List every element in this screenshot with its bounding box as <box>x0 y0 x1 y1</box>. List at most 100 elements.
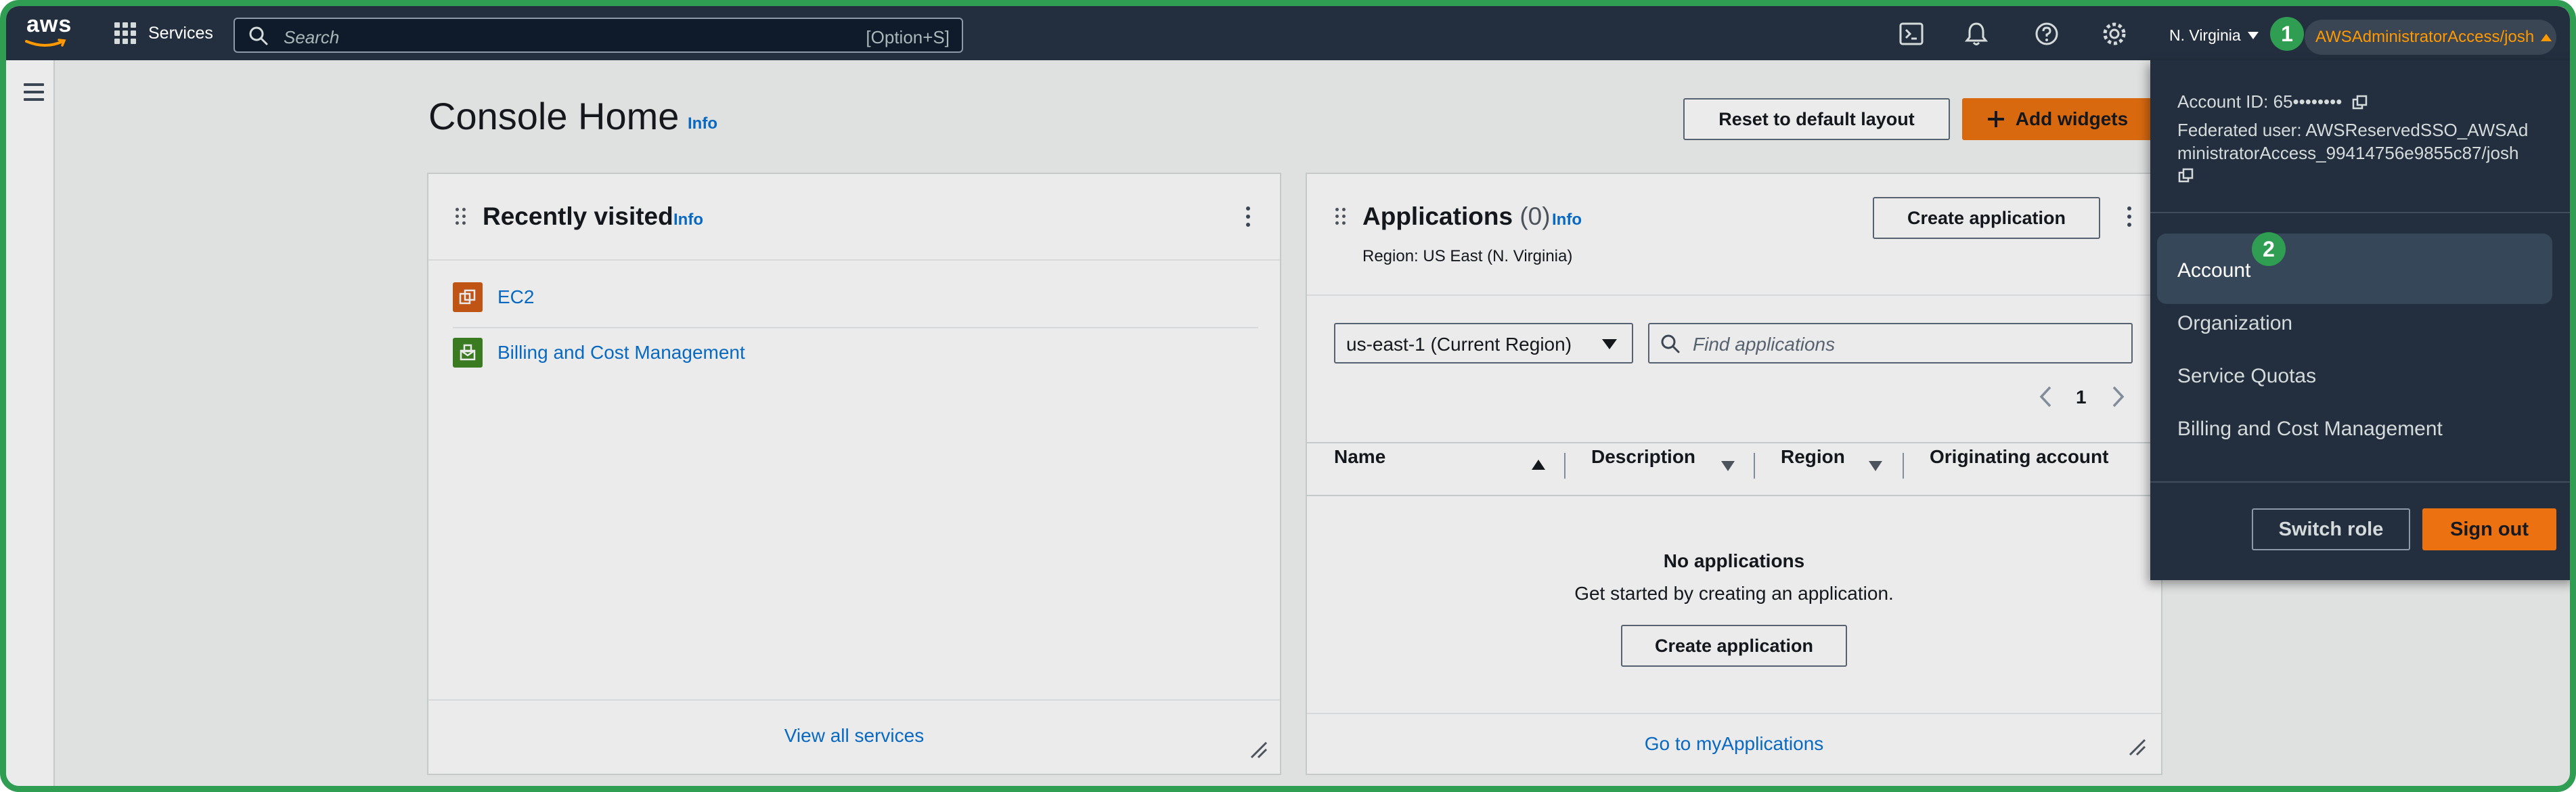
page-number[interactable]: 1 <box>2076 387 2087 408</box>
divider <box>1307 294 2161 296</box>
region-selector[interactable]: N. Virginia <box>2169 26 2259 45</box>
caret-down-icon <box>2247 32 2259 39</box>
billing-icon <box>453 338 483 368</box>
plus-icon <box>1987 111 2004 127</box>
column-separator <box>1903 453 1904 479</box>
next-page-icon[interactable] <box>2111 385 2126 408</box>
card-footer-divider <box>1307 713 2161 714</box>
view-all-services-link[interactable]: View all services <box>428 725 1280 747</box>
recently-visited-title: Recently visited <box>483 202 673 230</box>
switch-role-button[interactable]: Switch role <box>2252 508 2410 550</box>
dropdown-divider <box>2150 481 2570 483</box>
applications-title: Applications (0) <box>1362 202 1551 231</box>
caret-down-icon <box>1602 339 1617 349</box>
aws-logo[interactable]: aws <box>24 12 75 52</box>
card-footer: View all services <box>428 699 1280 774</box>
applications-title-text: Applications <box>1362 202 1513 230</box>
cloudshell-icon[interactable] <box>1898 21 1924 47</box>
column-header-name[interactable]: Name <box>1334 446 1385 468</box>
federated-user-line2: ministratorAccess_99414756e9855c87/josh <box>2177 143 2519 163</box>
recent-item-label: EC2 <box>497 286 535 307</box>
applications-count: (0) <box>1519 202 1551 230</box>
services-menu-button[interactable]: Services <box>114 21 213 45</box>
account-id-text: Account ID: 65•••••••• <box>2177 90 2369 113</box>
region-label: N. Virginia <box>2169 26 2241 44</box>
resize-handle-icon[interactable] <box>1249 740 1268 759</box>
step-1-badge: 1 <box>2270 17 2304 51</box>
copy-icon[interactable] <box>2177 167 2195 185</box>
menu-item-billing[interactable]: Billing and Cost Management <box>2177 418 2443 441</box>
menu-item-service-quotas[interactable]: Service Quotas <box>2177 365 2316 388</box>
drag-handle-icon[interactable] <box>1335 208 1346 225</box>
region-select-value: us-east-1 (Current Region) <box>1346 334 1572 355</box>
account-menu-button[interactable]: AWSAdministratorAccess/josh <box>2305 20 2556 55</box>
find-applications-placeholder: Find applications <box>1693 334 1836 355</box>
empty-state-text: Get started by creating an application. <box>1574 583 1894 604</box>
dropdown-divider <box>2150 212 2570 213</box>
column-separator <box>1564 453 1565 479</box>
services-label: Services <box>148 23 213 43</box>
search-icon <box>249 26 268 45</box>
empty-create-application-button[interactable]: Create application <box>1621 625 1847 667</box>
ec2-icon <box>453 282 483 312</box>
top-navigation: aws Services Search [Option+S] N. Virgin… <box>6 6 2570 60</box>
help-icon[interactable] <box>2034 21 2060 47</box>
divider <box>428 259 1280 261</box>
column-header-originating-account[interactable]: Originating account <box>1930 446 2108 468</box>
table-header-divider-bottom <box>1307 495 2161 496</box>
empty-state-title: No applications <box>1663 550 1805 571</box>
find-applications-input[interactable]: Find applications <box>1648 323 2133 364</box>
search-input[interactable]: Search [Option+S] <box>234 18 963 53</box>
account-id: Account ID: 65•••••••• <box>2177 91 2342 112</box>
more-options-icon[interactable] <box>2127 206 2133 227</box>
recent-item-billing[interactable]: Billing and Cost Management <box>453 338 745 368</box>
go-to-myapplications-link[interactable]: Go to myApplications <box>1306 733 2162 755</box>
column-header-region[interactable]: Region <box>1781 446 1845 468</box>
resize-handle-icon[interactable] <box>2127 737 2146 756</box>
bell-icon[interactable] <box>1963 21 1989 47</box>
reset-layout-button[interactable]: Reset to default layout <box>1683 98 1950 140</box>
caret-up-icon <box>2541 33 2552 41</box>
side-navigation <box>6 60 55 786</box>
aws-smile-icon <box>25 39 66 47</box>
create-application-button[interactable]: Create application <box>1873 197 2100 239</box>
recently-visited-info-link[interactable]: Info <box>673 211 703 229</box>
federated-user-line1: Federated user: AWSReservedSSO_AWSAd <box>2177 120 2529 140</box>
menu-item-organization[interactable]: Organization <box>2177 312 2292 335</box>
step-2-badge: 2 <box>2252 232 2286 266</box>
search-icon <box>1661 334 1680 353</box>
sort-icon[interactable] <box>1721 461 1735 471</box>
applications-widget: Applications (0) Info Region: US East (N… <box>1306 173 2162 775</box>
page-info-link[interactable]: Info <box>688 114 717 133</box>
recent-item-label: Billing and Cost Management <box>497 342 745 363</box>
copy-icon[interactable] <box>2351 94 2369 112</box>
menu-icon[interactable] <box>24 83 44 101</box>
region-select[interactable]: us-east-1 (Current Region) <box>1334 323 1633 364</box>
settings-icon[interactable] <box>2102 21 2127 47</box>
applications-info-link[interactable]: Info <box>1552 211 1582 229</box>
sort-icon[interactable] <box>1869 461 1882 471</box>
account-menu-label: AWSAdministratorAccess/josh <box>2315 28 2535 46</box>
recent-item-ec2[interactable]: EC2 <box>453 282 534 312</box>
aws-logo-text: aws <box>26 12 72 37</box>
sign-out-button[interactable]: Sign out <box>2422 508 2556 550</box>
page-title: Console Home <box>428 95 680 137</box>
menu-item-account[interactable]: Account <box>2177 259 2250 282</box>
applications-region-text: Region: US East (N. Virginia) <box>1362 247 1573 265</box>
account-dropdown-menu: Account ID: 65•••••••• Federated user: A… <box>2150 60 2570 580</box>
column-separator <box>1754 453 1755 479</box>
services-grid-icon <box>114 22 136 44</box>
add-widgets-button[interactable]: Add widgets <box>1962 98 2152 140</box>
divider <box>453 327 1258 328</box>
sort-ascending-icon[interactable] <box>1532 460 1545 470</box>
table-header-divider-top <box>1307 442 2161 443</box>
recently-visited-widget: Recently visited Info EC2 Billing and Co… <box>427 173 1281 775</box>
screenshot-frame: aws Services Search [Option+S] N. Virgin… <box>0 0 2576 792</box>
prev-page-icon[interactable] <box>2038 385 2053 408</box>
more-options-icon[interactable] <box>1246 206 1251 227</box>
search-shortcut: [Option+S] <box>866 27 950 47</box>
column-header-description[interactable]: Description <box>1591 446 1695 468</box>
drag-handle-icon[interactable] <box>456 208 466 225</box>
search-placeholder: Search <box>284 27 340 47</box>
add-widgets-label: Add widgets <box>2015 108 2129 129</box>
